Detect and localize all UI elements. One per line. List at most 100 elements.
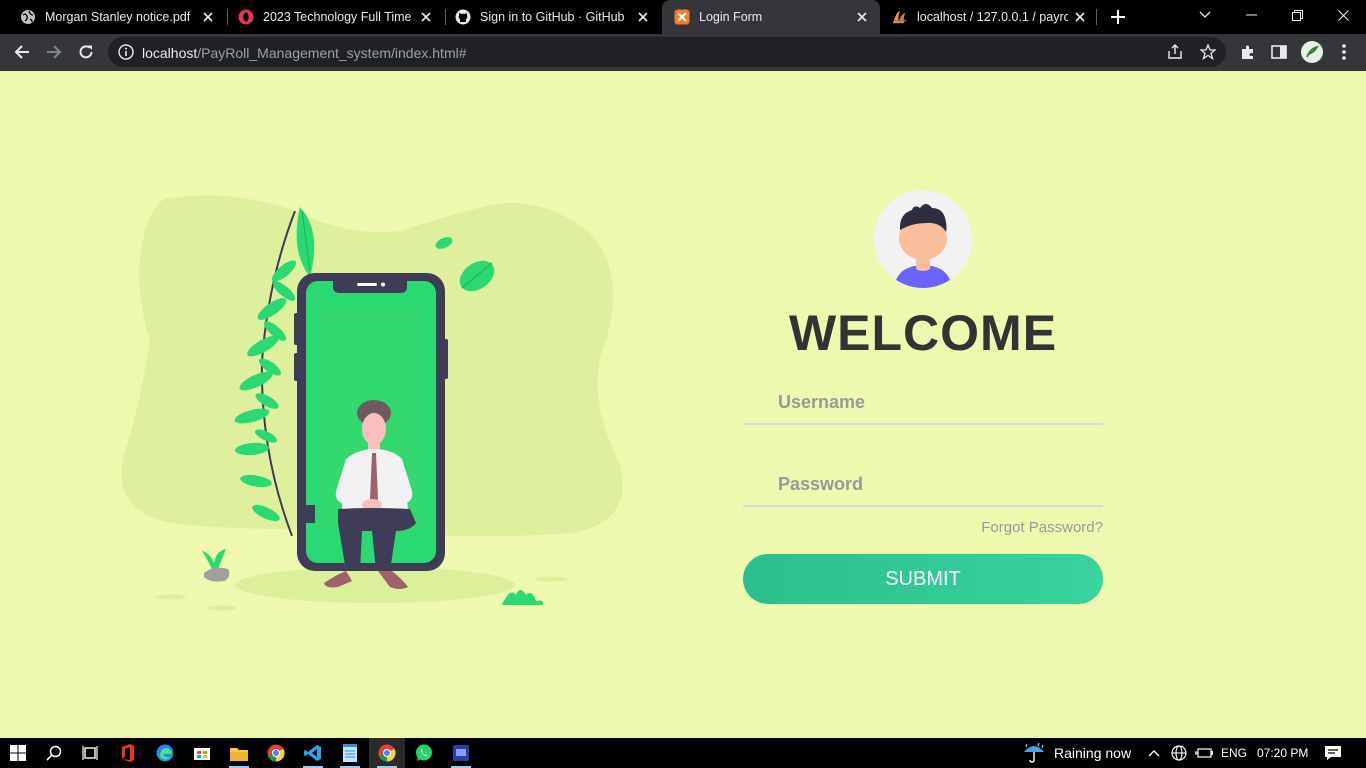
tab-github[interactable]: Sign in to GitHub · GitHub — [435, 0, 661, 34]
reload-icon — [79, 45, 93, 59]
folder-icon — [230, 747, 248, 761]
clock[interactable]: 07:20 PM — [1257, 738, 1308, 768]
taskbar-whatsapp[interactable] — [406, 738, 442, 768]
side-panel-button[interactable] — [1265, 38, 1293, 66]
close-window-button[interactable] — [1320, 0, 1366, 30]
reload-button[interactable] — [72, 38, 100, 66]
task-view-icon — [82, 746, 98, 760]
back-button[interactable] — [8, 38, 36, 66]
welcome-heading: WELCOME — [788, 305, 1058, 361]
umbrella-rain-icon — [1024, 742, 1044, 763]
url-text[interactable]: localhost/PayRoll_Management_system/inde… — [142, 45, 467, 61]
arrow-left-icon — [14, 45, 29, 59]
edge-icon — [156, 744, 174, 762]
windows-logo-icon — [10, 745, 26, 761]
profile-avatar-icon — [1301, 41, 1323, 63]
taskbar-edge[interactable] — [147, 738, 183, 768]
weather-widget[interactable]: Raining now — [1022, 738, 1131, 768]
language-indicator[interactable]: ENG — [1221, 738, 1247, 768]
globe-icon — [20, 9, 36, 25]
forgot-password-link[interactable]: Forgot Password? — [981, 519, 1103, 536]
taskbar-vscode[interactable] — [295, 738, 331, 768]
restore-icon — [1291, 9, 1303, 21]
tab-separator — [1096, 9, 1097, 25]
vscode-icon — [304, 745, 321, 761]
phpmyadmin-icon — [892, 9, 908, 25]
kebab-menu-icon — [1342, 44, 1346, 60]
tab-title: Sign in to GitHub · GitHub — [480, 10, 625, 24]
profile-button[interactable] — [1298, 38, 1326, 66]
side-panel-icon — [1271, 45, 1287, 59]
network-button[interactable] — [1171, 738, 1187, 768]
username-input[interactable] — [743, 381, 1103, 423]
opera-icon — [238, 9, 254, 25]
weather-text: Raining now — [1054, 745, 1132, 761]
puzzle-icon — [1242, 45, 1253, 59]
taskbar-app-blue[interactable] — [443, 738, 479, 768]
whatsapp-icon — [416, 744, 432, 761]
tab-title: 2023 Technology Full Time A — [263, 10, 414, 24]
chrome-icon — [378, 744, 396, 762]
taskbar-chrome[interactable] — [258, 738, 294, 768]
search-icon — [46, 745, 62, 761]
tab-search-button[interactable] — [1182, 0, 1228, 30]
tab-login-form[interactable]: Login Form — [662, 0, 880, 34]
close-tab-icon[interactable] — [850, 5, 874, 29]
chevron-up-icon — [1148, 750, 1160, 757]
url-path: /PayRoll_Management_system/index.html# — [197, 45, 467, 61]
taskbar-store[interactable] — [184, 738, 220, 768]
chrome-icon — [267, 744, 285, 762]
close-tab-icon[interactable] — [631, 5, 655, 29]
login-page: WELCOME Forgot Password? SUBMIT — [0, 71, 1366, 738]
taskbar-file-explorer[interactable] — [221, 738, 257, 768]
info-icon[interactable] — [118, 44, 134, 60]
arrow-right-icon — [47, 45, 62, 59]
search-button[interactable] — [36, 738, 72, 768]
xampp-icon — [674, 9, 690, 25]
close-icon — [1337, 9, 1349, 21]
submit-button[interactable]: SUBMIT — [743, 554, 1103, 604]
tab-title: Morgan Stanley notice.pdf — [45, 10, 191, 24]
taskbar-chrome-active[interactable] — [369, 738, 405, 768]
tab-morgan-stanley[interactable]: Morgan Stanley notice.pdf — [0, 0, 226, 34]
new-tab-button[interactable] — [1106, 5, 1130, 29]
notification-icon — [1325, 746, 1341, 760]
tab-title: Login Form — [699, 10, 763, 24]
taskbar-notepad[interactable] — [332, 738, 368, 768]
tab-technology[interactable]: 2023 Technology Full Time A — [218, 0, 444, 34]
tab-title: localhost / 127.0.0.1 / payroll — [917, 10, 1068, 24]
notepad-icon — [343, 744, 357, 762]
address-bar[interactable]: localhost/PayRoll_Management_system/inde… — [108, 37, 1226, 67]
battery-button[interactable] — [1195, 738, 1213, 768]
phone-illustration — [121, 195, 623, 611]
close-tab-icon[interactable] — [1068, 5, 1092, 29]
tray-overflow-button[interactable] — [1148, 738, 1160, 768]
clock-time: 07:20 PM — [1257, 746, 1309, 760]
task-view-button[interactable] — [72, 738, 108, 768]
minimize-button[interactable] — [1228, 0, 1274, 30]
password-input[interactable] — [743, 463, 1103, 505]
url-host: localhost — [142, 45, 198, 61]
office-icon — [122, 744, 134, 762]
forward-button[interactable] — [40, 38, 68, 66]
start-button[interactable] — [0, 738, 36, 768]
browser-toolbar: localhost/PayRoll_Management_system/inde… — [0, 34, 1366, 71]
chevron-down-icon — [1199, 11, 1211, 18]
user-avatar-icon — [874, 190, 972, 288]
minimize-icon — [1245, 14, 1257, 16]
close-tab-icon[interactable] — [196, 5, 220, 29]
share-icon[interactable] — [1166, 43, 1184, 61]
tab-strip: Morgan Stanley notice.pdf 2023 Technolog… — [0, 0, 1366, 34]
taskbar-office[interactable] — [110, 738, 146, 768]
bookmark-star-icon[interactable] — [1199, 43, 1217, 61]
username-field-group — [743, 381, 1103, 425]
extensions-button[interactable] — [1234, 38, 1262, 66]
menu-button[interactable] — [1330, 38, 1358, 66]
store-icon — [194, 748, 210, 760]
notifications-button[interactable] — [1324, 738, 1342, 768]
login-form: WELCOME Forgot Password? SUBMIT — [743, 71, 1103, 738]
app-window-icon — [453, 745, 469, 761]
tab-phpmyadmin[interactable]: localhost / 127.0.0.1 / payroll — [880, 0, 1098, 34]
password-field-group — [743, 463, 1103, 507]
restore-button[interactable] — [1274, 0, 1320, 30]
